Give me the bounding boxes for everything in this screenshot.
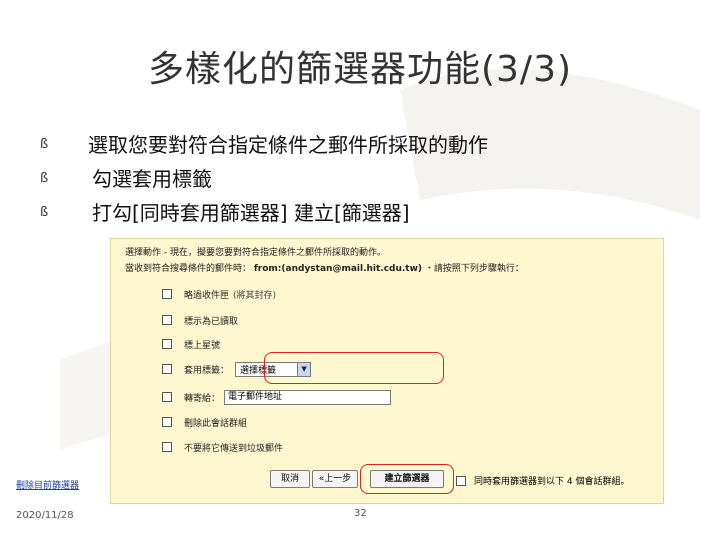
option-apply-label[interactable]: 套用標籤： 選擇標籤 ▼: [162, 361, 312, 377]
option-skip-inbox[interactable]: 略過收件匣 (將其封存): [162, 286, 276, 302]
option-note: (將其封存): [233, 290, 277, 301]
chevron-down-icon[interactable]: ▼: [297, 362, 311, 376]
option-never-spam[interactable]: 不要將它傳送到垃圾郵件: [162, 439, 283, 455]
skip-inbox-checkbox[interactable]: [162, 289, 172, 299]
option-label: 略過收件匣: [184, 290, 230, 301]
label-select[interactable]: 選擇標籤 ▼: [235, 361, 312, 377]
page-number: 32: [354, 508, 367, 519]
criteria-suffix: ・請按照下列步驟執行：: [424, 264, 524, 274]
option-forward[interactable]: 轉寄給： 電子郵件地址: [162, 389, 392, 405]
slide-title: 多樣化的篩選器功能(3/3): [147, 49, 573, 90]
back-button[interactable]: «上一步: [312, 470, 358, 488]
apply-label-checkbox[interactable]: [162, 364, 172, 374]
also-apply-checkbox[interactable]: [456, 475, 466, 486]
label-select-value: 選擇標籤: [240, 365, 277, 376]
panel-criteria: 當收到符合搜尋條件的郵件時： from:(andystan@mail.hit.c…: [125, 261, 524, 274]
never-spam-checkbox[interactable]: [162, 442, 172, 452]
create-filter-button[interactable]: 建立篩選器: [370, 470, 444, 488]
delete-filter-link[interactable]: 刪除目前篩選器: [16, 478, 79, 491]
option-label: 套用標籤：: [184, 365, 230, 376]
also-apply-label: 同時套用篩選器到以下 4 個會話群組。: [474, 477, 630, 487]
delete-checkbox[interactable]: [162, 417, 172, 427]
option-label: 標上星號: [184, 340, 221, 351]
bullet-marker-icon: ß: [40, 205, 49, 220]
bullet-text: 選取您要對符合指定條件之郵件所採取的動作: [88, 133, 488, 157]
option-label: 轉寄給：: [184, 393, 221, 404]
option-mark-read[interactable]: 標示為已讀取: [162, 312, 238, 328]
cancel-button[interactable]: 取消: [270, 470, 310, 488]
criteria-query: from:(andystan@mail.hit.cdu.tw): [253, 264, 423, 274]
option-delete[interactable]: 刪除此會話群組: [162, 414, 247, 430]
panel-instruction: 選擇動作 - 現在，擬要您要對符合指定條件之郵件所採取的動作。: [125, 248, 386, 258]
bullet-text: 勾選套用標籤: [92, 167, 212, 191]
forward-email-input[interactable]: 電子郵件地址: [224, 389, 392, 405]
option-label: 不要將它傳送到垃圾郵件: [184, 443, 284, 454]
bullet-text: 打勾[同時套用篩選器] 建立[篩選器]: [92, 201, 410, 225]
bullet-marker-icon: ß: [40, 137, 49, 152]
option-label: 標示為已讀取: [184, 316, 239, 327]
forward-checkbox[interactable]: [162, 392, 172, 402]
star-checkbox[interactable]: [162, 339, 172, 349]
mark-read-checkbox[interactable]: [162, 315, 172, 325]
also-apply-option[interactable]: 同時套用篩選器到以下 4 個會話群組。: [456, 474, 629, 487]
criteria-prefix: 當收到符合搜尋條件的郵件時：: [125, 264, 252, 274]
footer-date: 2020/11/28: [16, 510, 74, 521]
bullet-marker-icon: ß: [40, 171, 49, 186]
option-star[interactable]: 標上星號: [162, 336, 220, 352]
option-label: 刪除此會話群組: [184, 418, 248, 429]
